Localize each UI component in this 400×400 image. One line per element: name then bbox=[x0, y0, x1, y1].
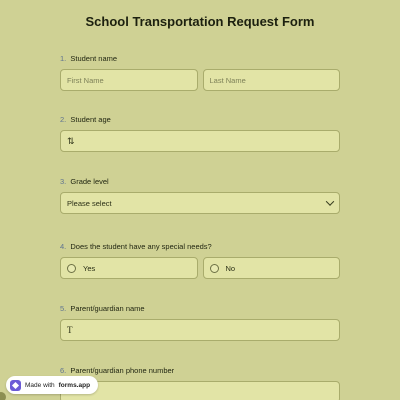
chevron-down-icon bbox=[325, 197, 335, 206]
question-text: Parent/guardian name bbox=[70, 304, 145, 313]
question-label: 4. Does the student have any special nee… bbox=[60, 241, 340, 253]
question-number: 5. bbox=[60, 304, 67, 313]
question-label: 5. Parent/guardian name bbox=[60, 303, 340, 315]
radio-circle-icon bbox=[209, 263, 219, 273]
radio-circle-icon bbox=[67, 263, 76, 273]
question-label: 3. Grade level bbox=[60, 176, 340, 188]
question-parent-name: 5. Parent/guardian name T bbox=[60, 303, 340, 341]
question-text: Parent/guardian phone number bbox=[70, 366, 175, 375]
radio-option-no[interactable]: No bbox=[202, 257, 340, 279]
radio-option-yes[interactable]: Yes bbox=[60, 257, 198, 279]
question-number: 3. bbox=[60, 177, 67, 186]
last-name-input[interactable]: Last Name bbox=[202, 69, 340, 91]
last-name-placeholder: Last Name bbox=[209, 75, 246, 85]
question-text: Does the student have any special needs? bbox=[70, 242, 212, 251]
parent-name-input[interactable]: T bbox=[60, 319, 340, 341]
question-text: Student name bbox=[70, 54, 118, 63]
made-with-badge[interactable]: Made with forms.app bbox=[6, 376, 99, 394]
question-number: 2. bbox=[60, 115, 67, 124]
first-name-placeholder: First Name bbox=[67, 75, 104, 85]
question-number: 4. bbox=[60, 242, 67, 251]
question-text: Student age bbox=[70, 115, 111, 124]
first-name-input[interactable]: First Name bbox=[60, 69, 198, 91]
student-age-input[interactable]: ⇅ bbox=[60, 130, 340, 152]
text-type-icon: T bbox=[67, 325, 73, 335]
question-label: 2. Student age bbox=[60, 114, 340, 126]
badge-prefix: Made with bbox=[25, 381, 55, 389]
question-number: 1. bbox=[60, 54, 67, 63]
number-stepper-icon: ⇅ bbox=[67, 135, 75, 146]
question-grade-level: 3. Grade level Please select bbox=[60, 176, 340, 214]
question-special-needs: 4. Does the student have any special nee… bbox=[60, 241, 340, 279]
grade-level-select[interactable]: Please select bbox=[60, 192, 340, 214]
radio-option-label: Yes bbox=[83, 263, 96, 273]
form-title: School Transportation Request Form bbox=[85, 14, 315, 29]
forms-app-logo-icon bbox=[10, 379, 21, 391]
question-student-name: 1. Student name First Name Last Name bbox=[60, 53, 340, 91]
parent-phone-input[interactable] bbox=[60, 381, 340, 400]
decorative-dot bbox=[0, 392, 6, 400]
question-label: 1. Student name bbox=[60, 53, 340, 65]
question-student-age: 2. Student age ⇅ bbox=[60, 114, 340, 152]
question-number: 6. bbox=[60, 366, 67, 375]
question-label: 6. Parent/guardian phone number bbox=[60, 365, 340, 377]
badge-brand: forms.app bbox=[58, 381, 91, 389]
question-text: Grade level bbox=[70, 177, 109, 186]
grade-level-value: Please select bbox=[67, 198, 112, 208]
radio-option-label: No bbox=[225, 263, 236, 273]
question-parent-phone: 6. Parent/guardian phone number bbox=[60, 365, 340, 400]
